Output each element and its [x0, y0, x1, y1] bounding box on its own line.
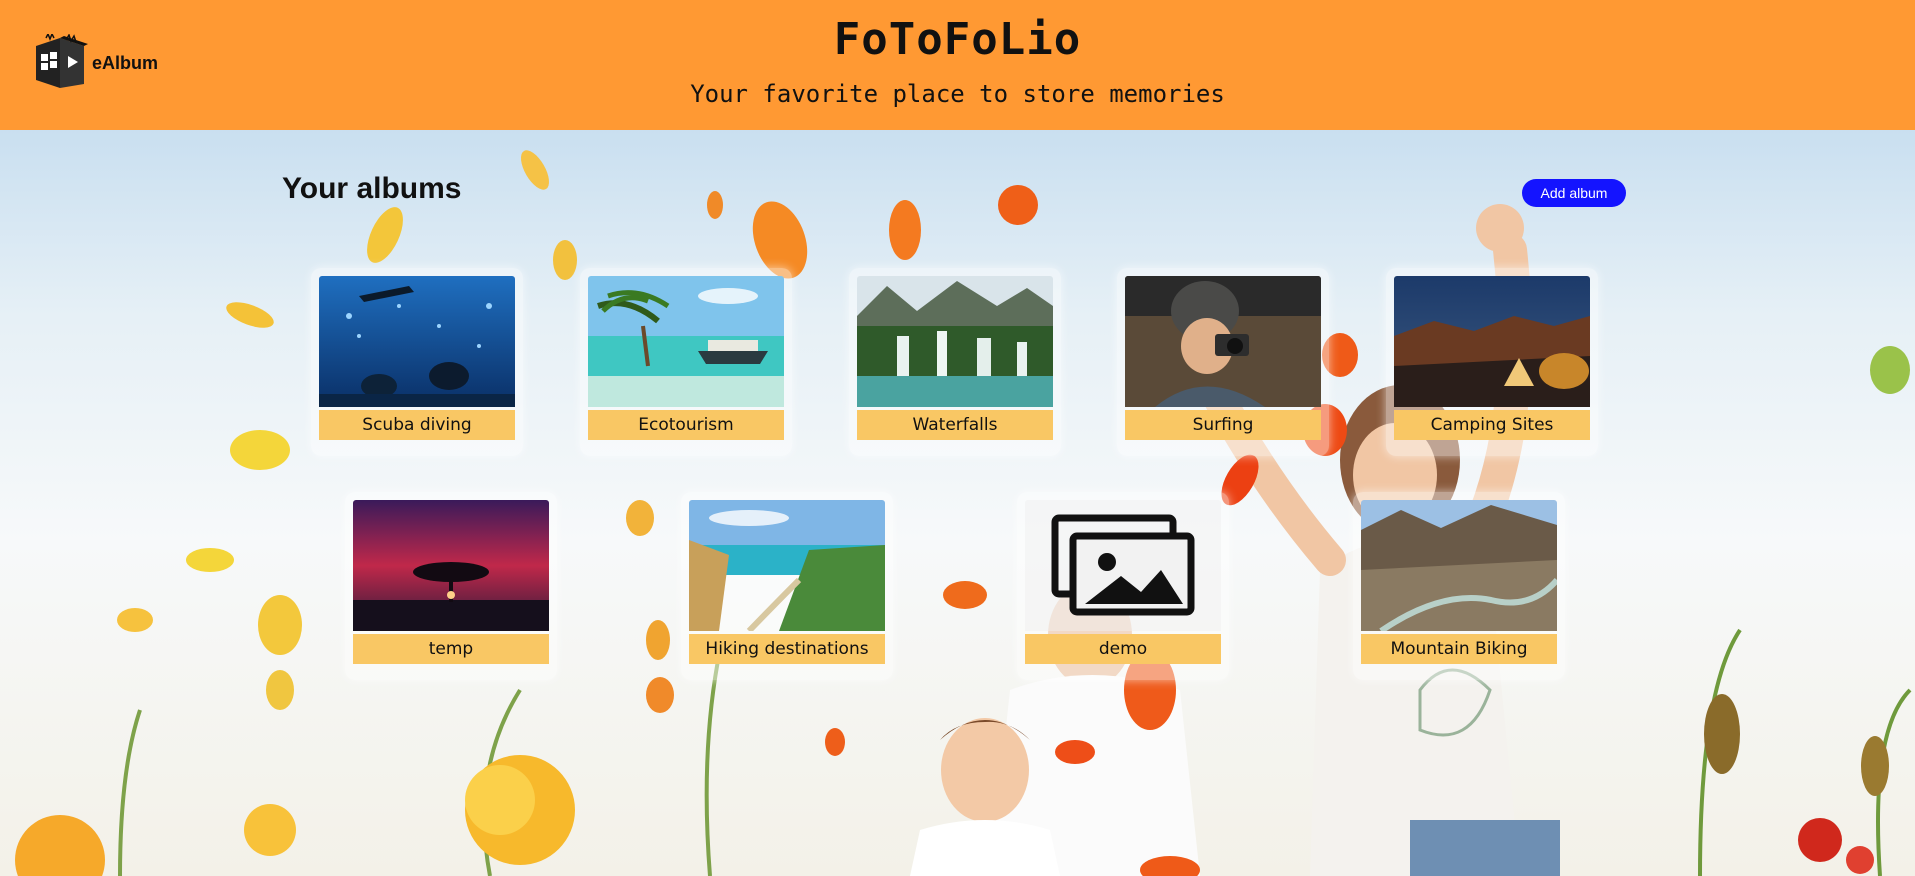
- app-subtitle: Your favorite place to store memories: [690, 80, 1225, 108]
- album-card[interactable]: Camping Sites: [1386, 268, 1598, 456]
- album-card[interactable]: Hiking destinations: [681, 492, 893, 680]
- add-album-button[interactable]: Add album: [1522, 179, 1626, 207]
- tent-night-canyon-photo: [1394, 276, 1590, 407]
- default-gallery-icon: [1025, 500, 1221, 631]
- tropical-beach-boat-photo: [588, 276, 784, 407]
- album-label: Ecotourism: [588, 410, 784, 440]
- tree-sunset-photo: [353, 500, 549, 631]
- section-title: Your albums: [282, 172, 462, 205]
- album-card[interactable]: Mountain Biking: [1353, 492, 1565, 680]
- underwater-divers-photo: [319, 276, 515, 407]
- album-label: Mountain Biking: [1361, 634, 1557, 664]
- album-label: temp: [353, 634, 549, 664]
- album-label: Waterfalls: [857, 410, 1053, 440]
- album-label: Surfing: [1125, 410, 1321, 440]
- waterfalls-mountains-photo: [857, 276, 1053, 407]
- mountain-valley-river-photo: [1361, 500, 1557, 631]
- person-with-camera-photo: [1125, 276, 1321, 407]
- album-card[interactable]: demo: [1017, 492, 1229, 680]
- coastal-cliff-path-photo: [689, 500, 885, 631]
- album-card[interactable]: temp: [345, 492, 557, 680]
- app-header: eAlbum FoToFoLio Your favorite place to …: [0, 0, 1915, 130]
- app-title: FoToFoLio: [833, 14, 1082, 65]
- album-label: Hiking destinations: [689, 634, 885, 664]
- album-label: demo: [1025, 634, 1221, 664]
- album-card[interactable]: Scuba diving: [311, 268, 523, 456]
- album-card[interactable]: Waterfalls: [849, 268, 1061, 456]
- flower-field-family-image: [15, 150, 1912, 876]
- album-card[interactable]: Ecotourism: [580, 268, 792, 456]
- background-photo: [0, 130, 1915, 876]
- album-label: Camping Sites: [1394, 410, 1590, 440]
- album-label: Scuba diving: [319, 410, 515, 440]
- album-card[interactable]: Surfing: [1117, 268, 1329, 456]
